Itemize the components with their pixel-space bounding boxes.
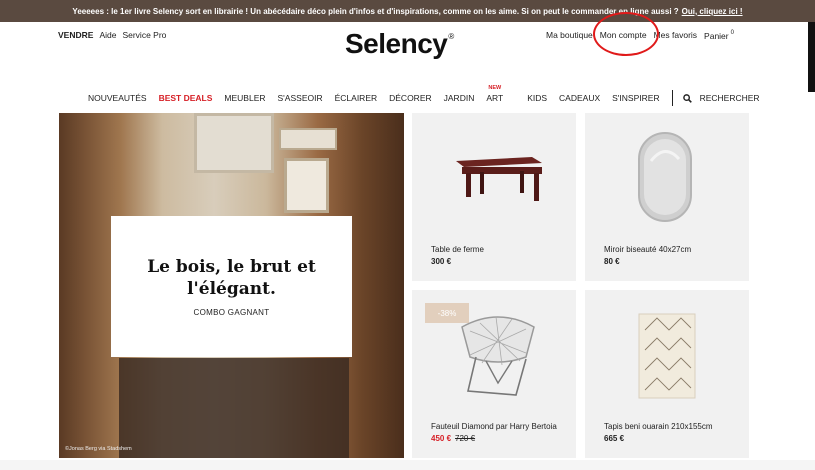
product-card[interactable]: Miroir biseauté 40x27cm 80 €	[585, 113, 749, 281]
nav-item-new[interactable]: NOUVEAUTÉS	[88, 93, 147, 103]
search-button[interactable]: RECHERCHER	[682, 93, 772, 103]
logo-text: Selency	[345, 28, 448, 59]
product-price: 300 €	[431, 257, 452, 266]
promo-banner-link[interactable]: Oui, cliquez ici !	[682, 7, 743, 16]
favorites-link[interactable]: Mes favoris	[654, 30, 697, 41]
hero-photo-frame	[194, 113, 274, 173]
cart-count: 0	[730, 30, 734, 36]
sell-link[interactable]: VENDRE	[58, 30, 93, 40]
scrollbar-thumb[interactable]	[808, 22, 815, 92]
nav-item-kids[interactable]: KIDS	[527, 93, 547, 103]
armchair-image	[461, 316, 535, 396]
cart-label: Panier	[704, 31, 729, 41]
product-card[interactable]: Table de ferme 300 €	[412, 113, 576, 281]
hero-banner[interactable]: Le bois, le brut et l'élégant. COMBO GAGN…	[59, 113, 404, 458]
product-card[interactable]: Tapis beni ouarain 210x155cm 665 €	[585, 290, 749, 458]
nav-item-seating[interactable]: S'ASSEOIR	[278, 93, 323, 103]
hero-title-line-2: l'élégant.	[187, 279, 276, 299]
photo-credit: ©Jonas Berg via Stadshem	[65, 446, 132, 452]
highlight-circle-annotation	[593, 12, 659, 56]
logo-registered-mark: ®	[448, 32, 454, 41]
help-link[interactable]: Aide	[99, 30, 116, 40]
pro-service-link[interactable]: Service Pro	[122, 30, 166, 40]
nav-item-garden[interactable]: JARDIN	[444, 93, 475, 103]
nav-item-furnish[interactable]: MEUBLER	[224, 93, 265, 103]
hero-title-line-1: Le bois, le brut et	[147, 257, 316, 277]
product-name: Fauteuil Diamond par Harry Bertoia	[431, 422, 557, 431]
product-name: Tapis beni ouarain 210x155cm	[604, 422, 713, 431]
product-price-row: 450 €720 €	[431, 434, 475, 443]
nav-item-inspire[interactable]: S'INSPIRER	[612, 93, 659, 103]
nav-item-gifts[interactable]: CADEAUX	[559, 93, 600, 103]
product-name: Miroir biseauté 40x27cm	[604, 245, 692, 254]
nav-item-art[interactable]: NEW ART	[486, 85, 515, 103]
hero-caption-card: Le bois, le brut et l'élégant. COMBO GAGN…	[111, 216, 352, 357]
hero-subtitle: COMBO GAGNANT	[193, 308, 270, 317]
cart-link[interactable]: Panier 0	[704, 30, 734, 41]
promo-banner-text: Yeeeees : le 1er livre Selency sort en l…	[72, 6, 679, 16]
hero-title: Le bois, le brut et l'élégant.	[111, 256, 352, 300]
nav-item-decor[interactable]: DÉCORER	[389, 93, 432, 103]
hero-photo-frame	[279, 128, 337, 150]
main-nav: NOUVEAUTÉS BEST DEALS MEUBLER S'ASSEOIR …	[88, 85, 784, 106]
product-sale-price: 450 €	[431, 434, 452, 443]
search-icon	[682, 93, 692, 103]
hero-photo-floor	[119, 358, 349, 458]
nav-item-art-label: ART	[486, 93, 504, 103]
product-price: 665 €	[604, 434, 625, 443]
nav-item-lighting[interactable]: ÉCLAIRER	[335, 93, 378, 103]
my-shop-link[interactable]: Ma boutique	[546, 30, 593, 41]
nav-item-best-deals[interactable]: BEST DEALS	[159, 93, 213, 103]
mirror-image	[638, 132, 692, 222]
product-price: 80 €	[604, 257, 620, 266]
page-bottom-strip	[0, 460, 815, 470]
new-badge: NEW	[488, 85, 502, 91]
product-old-price: 720 €	[455, 434, 476, 443]
table-image	[456, 157, 542, 201]
site-logo[interactable]: Selency®	[345, 28, 454, 60]
rug-image	[638, 313, 696, 399]
hero-photo-frame	[284, 158, 329, 213]
search-label: RECHERCHER	[699, 93, 760, 103]
header-left-links: VENDRE Aide Service Pro	[58, 30, 166, 40]
product-name: Table de ferme	[431, 245, 484, 254]
promo-banner: Yeeeees : le 1er livre Selency sort en l…	[0, 0, 815, 22]
product-card[interactable]: -38% Fauteuil Diamond par Harry Bertoia …	[412, 290, 576, 458]
nav-divider	[671, 90, 673, 106]
